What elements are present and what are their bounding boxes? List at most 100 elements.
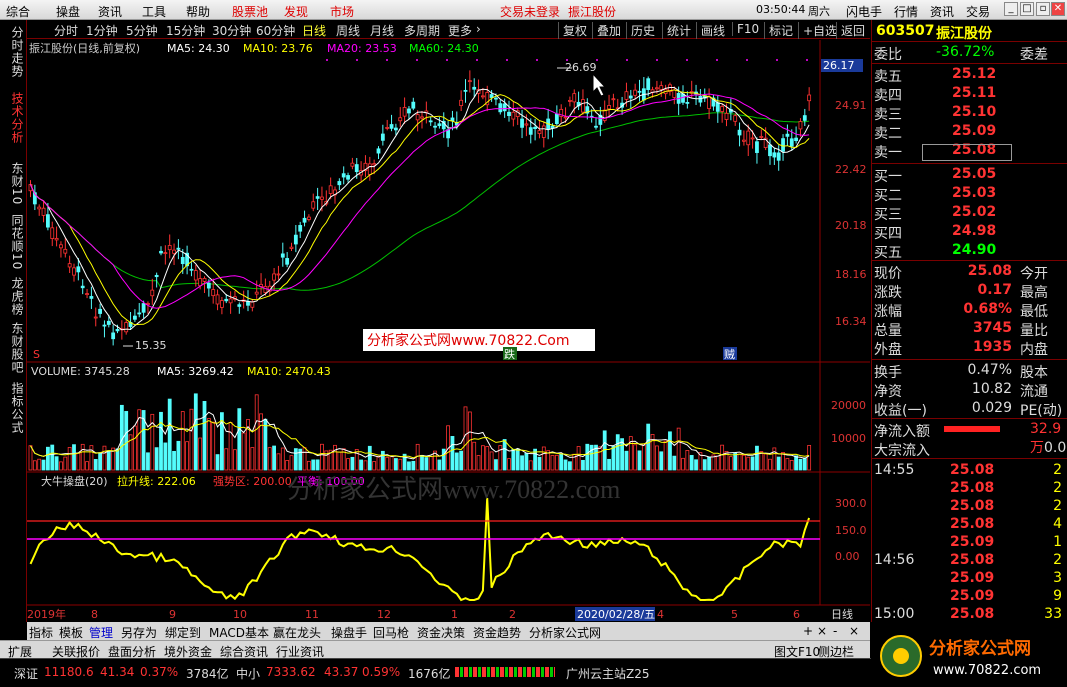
stat-value: 0.68%	[963, 301, 1012, 317]
candle-body	[533, 126, 538, 129]
period-button[interactable]: 周线	[336, 22, 360, 39]
volume-bar	[67, 447, 72, 471]
toolbar-button[interactable]: 叠加	[592, 22, 621, 39]
zoom-out-button[interactable]: -	[833, 624, 837, 638]
menu-item[interactable]: 综合	[6, 3, 30, 20]
volume-bar	[385, 456, 390, 471]
indicator-axis-label: 0.00	[835, 550, 860, 563]
volume-ma5-label: MA5: 3269.42	[157, 365, 234, 378]
candle-body	[628, 95, 633, 99]
menu-item[interactable]: 工具	[142, 3, 166, 20]
restore-icon[interactable]: ▫	[1036, 2, 1050, 16]
volume-bar	[41, 459, 46, 471]
left-tab-active[interactable]: 技术分析	[3, 82, 24, 154]
tick-volume: 2	[1053, 552, 1062, 568]
login-status[interactable]: 交易未登录	[500, 3, 560, 20]
period-button[interactable]: 5分钟	[126, 22, 158, 39]
volume-bar	[537, 456, 542, 471]
minimize-icon[interactable]: _	[1004, 2, 1018, 16]
selected-ask-box[interactable]	[922, 144, 1012, 161]
bottom-tab[interactable]: 指标	[29, 624, 53, 641]
left-tab[interactable]: 东财股吧	[3, 320, 24, 376]
menu-right-item[interactable]: 交易	[966, 3, 990, 20]
extension-bar: 扩展 关联报价 盘面分析 境外资金 综合资讯 行业资讯 图文F10 侧边栏	[0, 640, 870, 659]
maximize-icon[interactable]: □	[1020, 2, 1034, 16]
period-button[interactable]: 分时	[54, 22, 78, 39]
left-tab[interactable]: 东财10	[3, 160, 24, 208]
volume-bar	[233, 449, 237, 471]
period-button[interactable]: 多周期	[404, 22, 440, 39]
volume-bar	[598, 446, 603, 471]
volume-bar	[280, 447, 285, 471]
period-button[interactable]: 15分钟	[166, 22, 205, 39]
menu-item[interactable]: 资讯	[98, 3, 122, 20]
period-button[interactable]: 月线	[370, 22, 394, 39]
period-button[interactable]: 1分钟	[86, 22, 118, 39]
candle-body	[480, 95, 485, 98]
ma20-label: MA20: 23.53	[327, 42, 397, 55]
volume-bar	[272, 445, 277, 471]
volume-bar	[189, 408, 194, 471]
toolbar-button[interactable]: 返回	[836, 22, 865, 39]
period-button-active[interactable]: 日线	[302, 22, 326, 39]
bottom-tab[interactable]: 赢在龙头	[273, 624, 321, 641]
market-menu[interactable]: 市场	[330, 3, 354, 20]
bottom-tab[interactable]: 分析家公式网	[529, 624, 601, 641]
bottom-tab[interactable]: 回马枪	[373, 624, 409, 641]
left-tab[interactable]: 同花顺10	[3, 212, 24, 272]
toolbar-button[interactable]: 历史	[626, 22, 655, 39]
signal-dot	[506, 59, 508, 61]
toolbar-button[interactable]: 统计	[662, 22, 691, 39]
period-button[interactable]: 60分钟	[256, 22, 295, 39]
left-tab[interactable]: 指标公式	[3, 380, 24, 436]
chevron-right-icon[interactable]: ›	[476, 22, 481, 36]
bottom-tab[interactable]: 模板	[59, 624, 83, 641]
bottom-tab[interactable]: MACD基本	[209, 624, 269, 641]
volume-bar	[398, 458, 403, 471]
candle-body	[755, 141, 759, 153]
close-pane-button[interactable]: ×	[817, 624, 827, 638]
toolbar-button[interactable]: 标记	[764, 22, 793, 39]
menu-right-item[interactable]: 闪电手	[846, 3, 882, 20]
volume-bar	[359, 459, 364, 471]
left-tab[interactable]: 龙虎榜	[3, 276, 24, 316]
bottom-tab-active[interactable]: 管理	[89, 624, 113, 641]
volume-bar	[380, 450, 385, 471]
period-toolbar: 分时 1分钟 5分钟 15分钟 30分钟 60分钟 日线 周线 月线 多周期 更…	[0, 20, 870, 39]
logo-title: 分析家公式网	[929, 638, 1031, 659]
zoom-in-button[interactable]: +	[803, 624, 813, 638]
bottom-tab[interactable]: 资金决策	[417, 624, 465, 641]
volume-bar	[215, 454, 220, 471]
toolbar-button[interactable]: F10	[732, 22, 759, 36]
bottom-tab[interactable]: 操盘手	[331, 624, 367, 641]
period-more-button[interactable]: 更多	[448, 22, 472, 39]
toolbar-button[interactable]: 画线	[696, 22, 725, 39]
close-pane-button[interactable]: ×	[849, 624, 859, 638]
candle-body	[750, 137, 755, 140]
candle-body	[489, 94, 494, 98]
toolbar-button[interactable]: +自选	[798, 22, 837, 39]
candle-body	[802, 115, 807, 121]
candle-body	[37, 206, 42, 210]
volume-bar	[663, 440, 668, 471]
bottom-tab[interactable]: 资金趋势	[473, 624, 521, 641]
discover-menu[interactable]: 发现	[284, 3, 308, 20]
candle-body	[581, 99, 585, 113]
close-icon[interactable]: ✕	[1051, 2, 1065, 16]
left-tab[interactable]: 分时走势	[3, 24, 24, 80]
period-button[interactable]: 30分钟	[212, 22, 251, 39]
bottom-tab[interactable]: 另存为	[121, 624, 157, 641]
volume-bar	[637, 450, 642, 471]
menu-right-item[interactable]: 资讯	[930, 3, 954, 20]
menu-item[interactable]: 操盘	[56, 3, 80, 20]
kline-chart[interactable]: 振江股份(日线,前复权) MA5: 24.30 MA10: 23.76 MA20…	[27, 40, 870, 622]
bottom-tab[interactable]: 绑定到	[165, 624, 201, 641]
menu-item[interactable]: 帮助	[186, 3, 210, 20]
candle-body	[98, 308, 102, 314]
candle-body	[398, 117, 403, 122]
stock-pool-menu[interactable]: 股票池	[232, 3, 268, 20]
menu-right-item[interactable]: 行情	[894, 3, 918, 20]
tick-price: 25.08	[950, 498, 995, 514]
toolbar-button[interactable]: 复权	[558, 22, 587, 39]
candle-body	[685, 102, 690, 104]
